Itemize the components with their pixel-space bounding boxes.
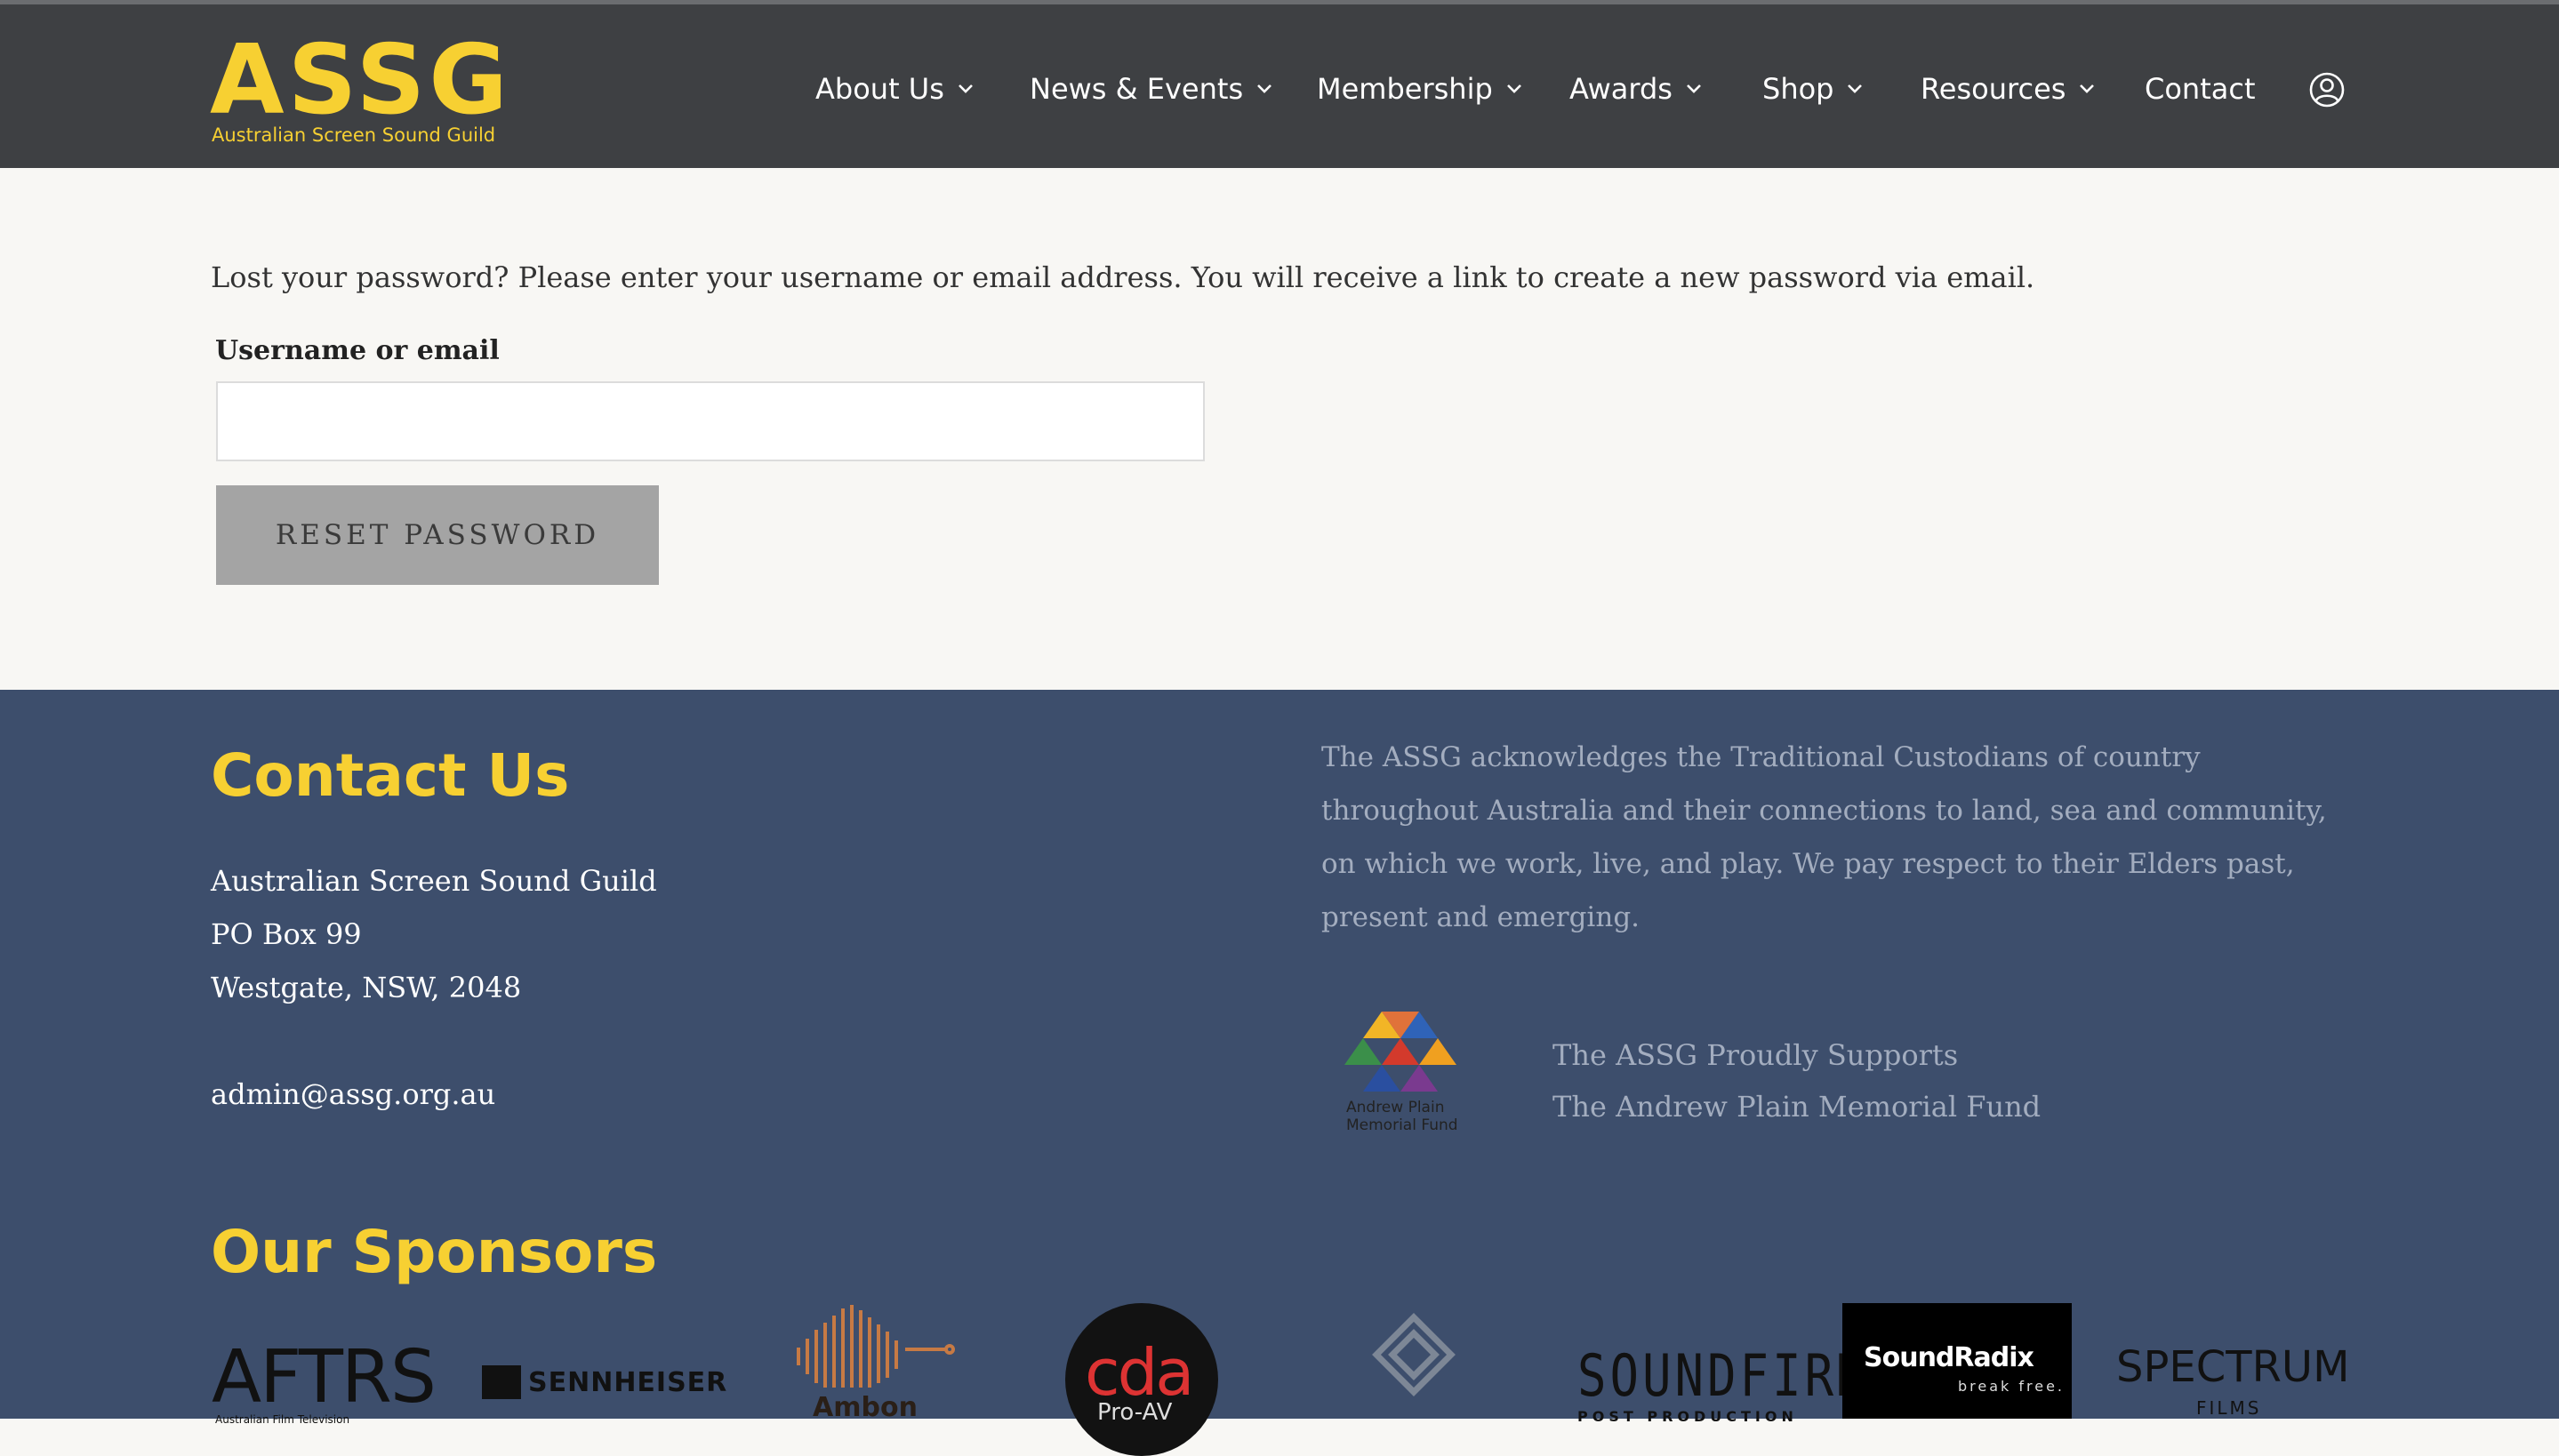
sponsor-subtitle: Australian Film Television (215, 1413, 350, 1426)
sponsor-name: SoundRadix (1864, 1342, 2034, 1373)
nav-item-label: News & Events (1030, 72, 1244, 106)
diamond-logo-icon (1372, 1313, 1456, 1396)
sponsor-name: SOUNDFIRM (1577, 1342, 1870, 1410)
user-circle-icon[interactable] (2308, 71, 2346, 108)
sponsor-name: AFTRS (212, 1335, 437, 1420)
username-email-input[interactable] (216, 381, 1205, 461)
contact-us-heading: Contact Us (211, 741, 570, 810)
address-line: Westgate, NSW, 2048 (211, 971, 522, 1004)
chevron-down-icon (1257, 84, 1272, 93)
fund-support-text: The Andrew Plain Memorial Fund (1552, 1090, 2042, 1124)
lost-password-section: Lost your password? Please enter your us… (0, 168, 2559, 690)
nav-item-label: About Us (815, 72, 944, 106)
our-sponsors-heading: Our Sponsors (211, 1218, 658, 1286)
nav-item-shop[interactable]: Shop (1762, 67, 1864, 111)
fund-logo-text: Memorial Fund (1346, 1116, 1458, 1134)
chevron-down-icon (1506, 84, 1521, 93)
chevron-down-icon (1687, 84, 1701, 93)
contact-email-link[interactable]: admin@assg.org.au (211, 1077, 495, 1111)
sponsor-sennheiser[interactable]: SENNHEISER (482, 1303, 726, 1419)
lost-password-intro: Lost your password? Please enter your us… (211, 260, 2035, 294)
sponsor-name: SENNHEISER (528, 1367, 728, 1398)
chevron-down-icon (2080, 84, 2095, 93)
sponsor-spectrum-films[interactable]: SPECTRUM FILMS (2116, 1303, 2349, 1419)
nav-item-label: Membership (1317, 72, 1493, 106)
andrew-plain-fund-logo[interactable]: Andrew Plain Memorial Fund (1344, 1012, 1458, 1152)
site-header: ASSG Australian Screen Sound Guild About… (0, 4, 2559, 168)
username-email-label: Username or email (215, 335, 500, 366)
main-nav: About Us News & Events Membership Awards… (0, 4, 2559, 168)
sponsor-soundradix[interactable]: SoundRadix break free. (1842, 1303, 2072, 1419)
nav-item-contact[interactable]: Contact (2145, 67, 2256, 111)
nav-item-label: Awards (1569, 72, 1673, 106)
sponsor-aftrs[interactable]: AFTRS Australian Film Television (212, 1303, 439, 1426)
sponsor-soundfirm[interactable]: SOUNDFIRM POST PRODUCTION (1574, 1303, 1866, 1425)
sponsor-name: SPECTRUM (2116, 1342, 2350, 1392)
nav-item-about-us[interactable]: About Us (815, 67, 975, 111)
nav-item-membership[interactable]: Membership (1317, 67, 1523, 111)
nav-item-resources[interactable]: Resources (1921, 67, 2096, 111)
nav-item-news-events[interactable]: News & Events (1030, 67, 1273, 111)
sponsor-subtitle: break free. (1958, 1378, 2066, 1395)
sponsor-subtitle: POST PRODUCTION (1577, 1408, 1798, 1425)
nav-item-label: Contact (2145, 72, 2256, 106)
address-line: PO Box 99 (211, 917, 362, 951)
sponsor-subtitle: FILMS (2196, 1397, 2262, 1419)
sennheiser-mark-icon (482, 1365, 521, 1399)
nav-item-awards[interactable]: Awards (1569, 67, 1703, 111)
nav-item-label: Resources (1921, 72, 2066, 106)
address-line: Australian Screen Sound Guild (211, 864, 657, 898)
fund-logo-text: Andrew Plain (1346, 1099, 1445, 1116)
waveform-icon (797, 1305, 955, 1388)
sponsor-ambon[interactable]: Ambon (790, 1303, 959, 1423)
chevron-down-icon (958, 84, 973, 93)
sponsor-diamond-logo[interactable] (1369, 1303, 1458, 1419)
chevron-down-icon (1848, 84, 1863, 93)
sponsor-cda-pro-av[interactable]: cda Pro-AV (1065, 1303, 1218, 1456)
sponsor-subtitle: Pro-AV (1097, 1399, 1173, 1426)
fund-support-text: The ASSG Proudly Supports (1552, 1038, 1959, 1072)
nav-item-label: Shop (1762, 72, 1834, 106)
triangle-mosaic-icon (1344, 1012, 1456, 1092)
reset-password-button[interactable]: RESET PASSWORD (216, 485, 659, 585)
site-footer: Contact Us Australian Screen Sound Guild… (0, 690, 2559, 1456)
acknowledgement-of-country: The ASSG acknowledges the Traditional Cu… (1321, 741, 2327, 933)
